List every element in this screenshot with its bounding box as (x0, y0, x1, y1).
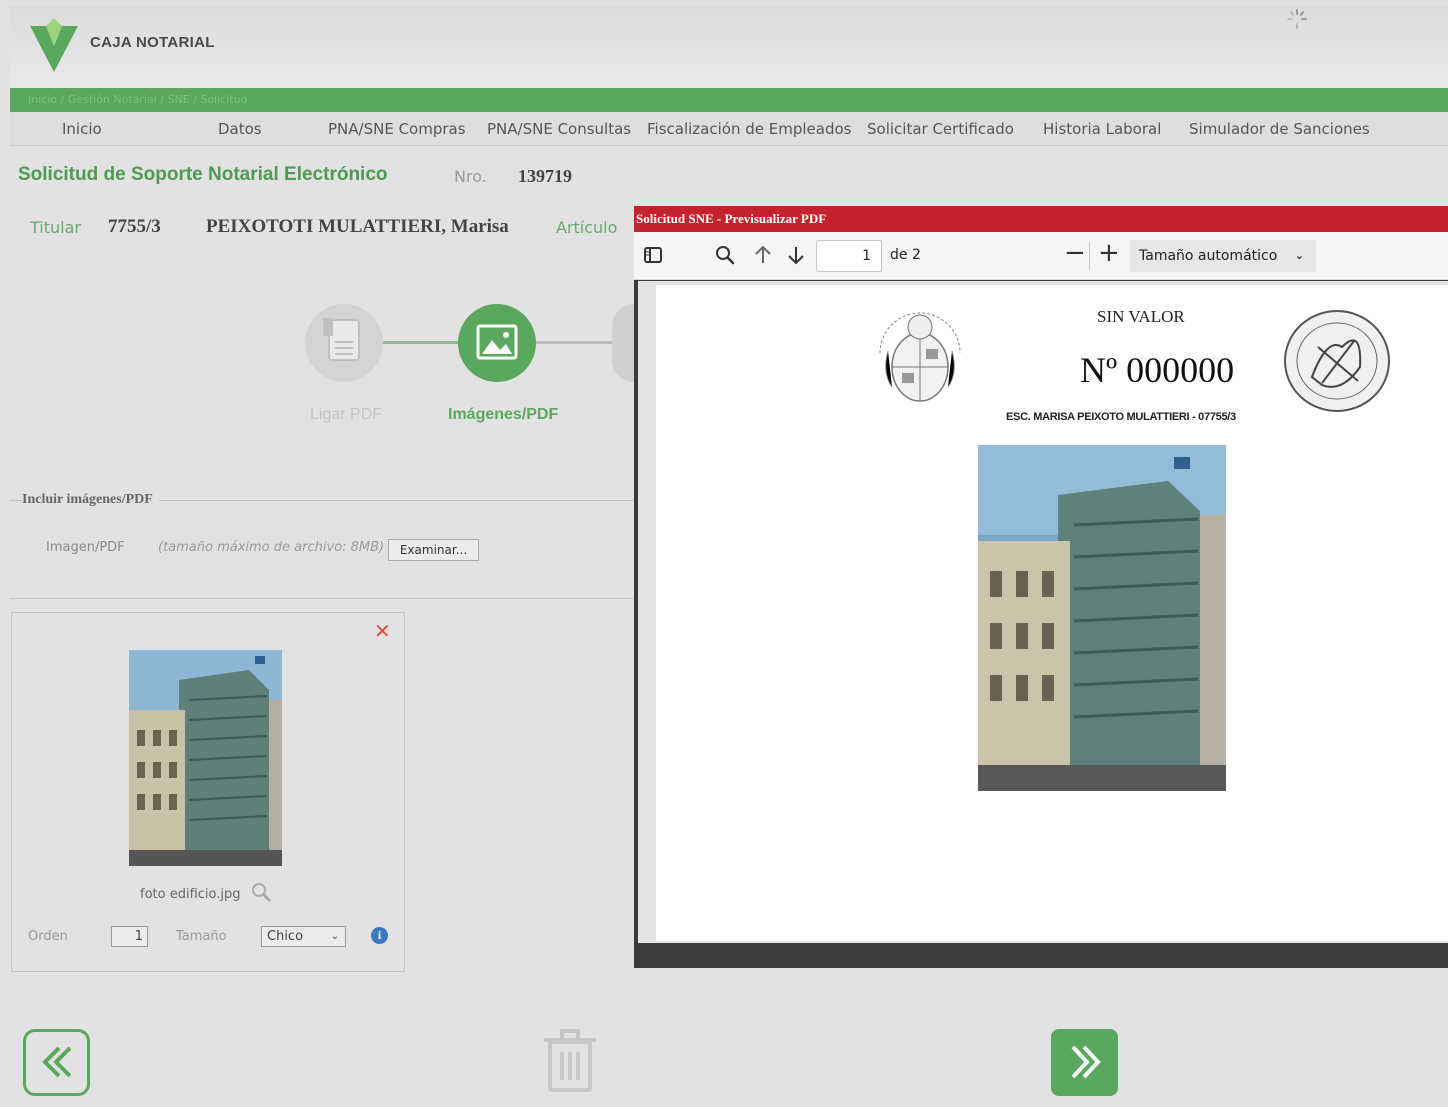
brand-name: CAJA NOTARIAL (90, 34, 215, 51)
upload-field-label: Imagen/PDF (46, 540, 125, 555)
notary-seal (1284, 310, 1390, 412)
nro-label: Nro. (454, 167, 487, 186)
pdf-footer-bar (638, 943, 1448, 968)
breadcrumb-bar: Inicio / Gestión Notarial / SNE / Solici… (10, 88, 1448, 112)
step-label-ligar-pdf: Ligar PDF (310, 406, 383, 423)
tamano-label: Tamaño (176, 929, 227, 944)
tamano-select-value: Chico (267, 929, 304, 944)
uruguay-coat-of-arms-seal (879, 312, 961, 402)
remove-image-icon[interactable]: ✕ (374, 619, 391, 643)
pdf-toolbar: 1 de 2 − + Tamaño automático ⌄ (634, 232, 1448, 280)
zoom-select-value: Tamaño automático (1139, 248, 1278, 264)
nav-item-pna-sne-consultas[interactable]: PNA/SNE Consultas (487, 120, 631, 138)
pdf-preview-dialog: Solicitud SNE - Previsualizar PDF 1 de 2… (634, 206, 1448, 968)
pdf-page: SIN VALOR Nº 000000 ESC. MARISA PEIXOTO … (656, 285, 1448, 941)
chevron-down-icon: ⌄ (330, 931, 339, 942)
orden-input[interactable]: 1 (111, 926, 148, 947)
image-thumbnail[interactable] (129, 650, 282, 866)
titular-name: PEIXOTOTI MULATTIERI, Marisa (206, 216, 509, 237)
nav-item-fiscalizacion[interactable]: Fiscalización de Empleados (647, 120, 851, 138)
nav-item-datos[interactable]: Datos (218, 120, 262, 138)
double-chevron-left-icon (42, 1046, 72, 1078)
step-next-partial (612, 304, 634, 382)
arrow-up-icon[interactable] (752, 244, 774, 266)
zoom-in-button[interactable]: + (1098, 238, 1120, 268)
zoom-out-button[interactable]: − (1064, 238, 1086, 268)
page-number-input[interactable]: 1 (816, 240, 882, 272)
previous-step-button[interactable] (23, 1029, 90, 1096)
doc-number: Nº 000000 (1080, 350, 1235, 390)
double-chevron-right-icon (1071, 1045, 1101, 1079)
image-icon (476, 324, 518, 360)
upload-legend: Incluir imágenes/PDF (22, 492, 159, 508)
titular-code: 7755/3 (108, 216, 161, 237)
page-count: de 2 (890, 247, 921, 263)
pdf-file-icon (323, 318, 360, 361)
page-title: Solicitud de Soporte Notarial Electrónic… (18, 164, 388, 185)
trash-icon[interactable] (542, 1028, 598, 1094)
app-header: CAJA NOTARIAL (10, 6, 1448, 88)
building-photo (978, 445, 1226, 791)
zoom-preview-icon[interactable] (250, 881, 272, 903)
sidebar-toggle-icon[interactable] (642, 244, 664, 266)
breadcrumb[interactable]: Inicio / Gestión Notarial / SNE / Solici… (28, 93, 248, 106)
divider (10, 598, 634, 599)
doc-stamp-text: SIN VALOR (1097, 307, 1185, 326)
titular-label: Titular (30, 218, 81, 237)
zoom-select[interactable]: Tamaño automático ⌄ (1130, 240, 1316, 272)
step-label-imagenes-pdf: Imágenes/PDF (448, 406, 559, 423)
nro-value: 139719 (518, 166, 572, 186)
orden-label: Orden (28, 929, 68, 944)
image-card: ✕ foto edificio.jpg Orden 1 Tamaño Chico… (11, 612, 405, 972)
chevron-down-icon: ⌄ (1294, 249, 1304, 262)
caja-notarial-logo-icon[interactable] (26, 16, 82, 72)
main-nav: Inicio Datos PNA/SNE Compras PNA/SNE Con… (10, 112, 1448, 146)
step-ligar-pdf[interactable] (305, 304, 383, 382)
arrow-down-icon[interactable] (785, 244, 807, 266)
toolbar-separator (1089, 242, 1090, 270)
stepper-connector (380, 341, 460, 344)
upload-size-hint: (tamaño máximo de archivo: 8MB) (158, 540, 385, 555)
step-imagenes-pdf[interactable] (458, 304, 536, 382)
browse-button[interactable]: Examinar... (388, 539, 479, 561)
nav-item-inicio[interactable]: Inicio (62, 120, 102, 138)
dialog-titlebar[interactable]: Solicitud SNE - Previsualizar PDF (634, 206, 1448, 232)
image-filename: foto edificio.jpg (140, 887, 241, 902)
nav-item-simulador-sanciones[interactable]: Simulador de Sanciones (1189, 120, 1370, 138)
loading-spinner-icon (1287, 9, 1307, 29)
tamano-select[interactable]: Chico ⌄ (261, 926, 346, 947)
nav-item-historia-laboral[interactable]: Historia Laboral (1043, 120, 1161, 138)
info-icon[interactable]: i (371, 927, 388, 944)
nav-item-solicitar-certificado[interactable]: Solicitar Certificado (867, 120, 1014, 138)
dialog-title: Solicitud SNE - Previsualizar PDF (636, 211, 827, 226)
search-icon[interactable] (714, 244, 736, 266)
articulo-label: Artículo (556, 218, 618, 237)
next-step-button[interactable] (1051, 1029, 1118, 1096)
pdf-viewport[interactable]: SIN VALOR Nº 000000 ESC. MARISA PEIXOTO … (638, 281, 1448, 943)
doc-escribano: ESC. MARISA PEIXOTO MULATTIERI - 07755/3 (1006, 411, 1236, 423)
nav-item-pna-sne-compras[interactable]: PNA/SNE Compras (328, 120, 466, 138)
